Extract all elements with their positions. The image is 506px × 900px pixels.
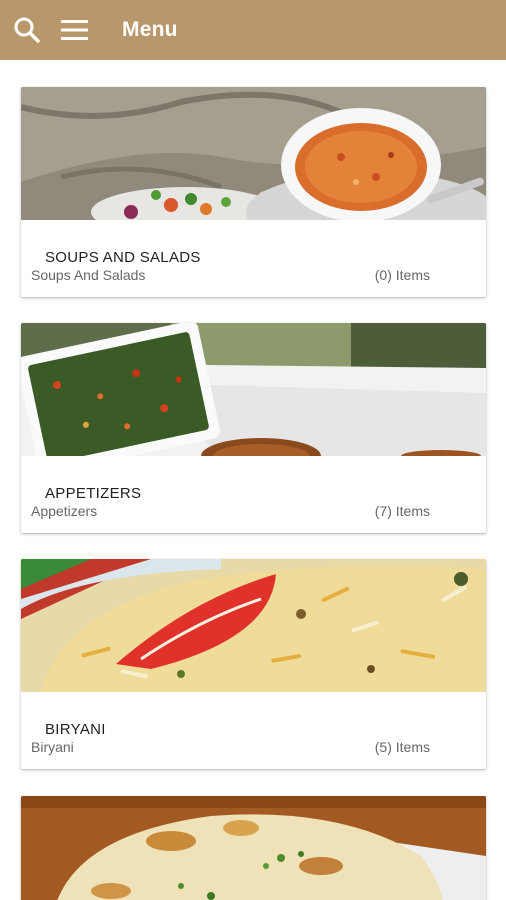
item-count: (7) Items xyxy=(374,503,430,519)
menu-button[interactable] xyxy=(54,10,94,50)
soup-photo xyxy=(21,87,486,220)
category-subtitle: Appetizers xyxy=(31,503,98,519)
page-title: Menu xyxy=(122,18,178,41)
category-card-appetizers[interactable]: APPETIZERS Appetizers (7) Items xyxy=(21,323,486,533)
category-card-soups-and-salads[interactable]: SOUPS AND SALADS Soups And Salads (0) It… xyxy=(21,87,486,297)
app-bar: Menu xyxy=(0,0,506,60)
category-title: APPETIZERS xyxy=(45,485,142,502)
search-icon xyxy=(14,17,40,43)
item-count: (0) Items xyxy=(374,267,430,283)
category-subtitle: Soups And Salads xyxy=(31,267,146,283)
appetizers-photo xyxy=(21,323,486,456)
category-title: SOUPS AND SALADS xyxy=(45,249,201,266)
category-subtitle: Biryani xyxy=(31,739,74,755)
category-card-partial[interactable] xyxy=(21,796,486,900)
search-button[interactable] xyxy=(7,10,47,50)
hamburger-menu-icon xyxy=(61,20,88,40)
naan-photo xyxy=(21,796,486,900)
biryani-photo xyxy=(21,559,486,692)
category-card-biryani[interactable]: BIRYANI Biryani (5) Items xyxy=(21,559,486,769)
category-title: BIRYANI xyxy=(45,721,106,738)
item-count: (5) Items xyxy=(374,739,430,755)
